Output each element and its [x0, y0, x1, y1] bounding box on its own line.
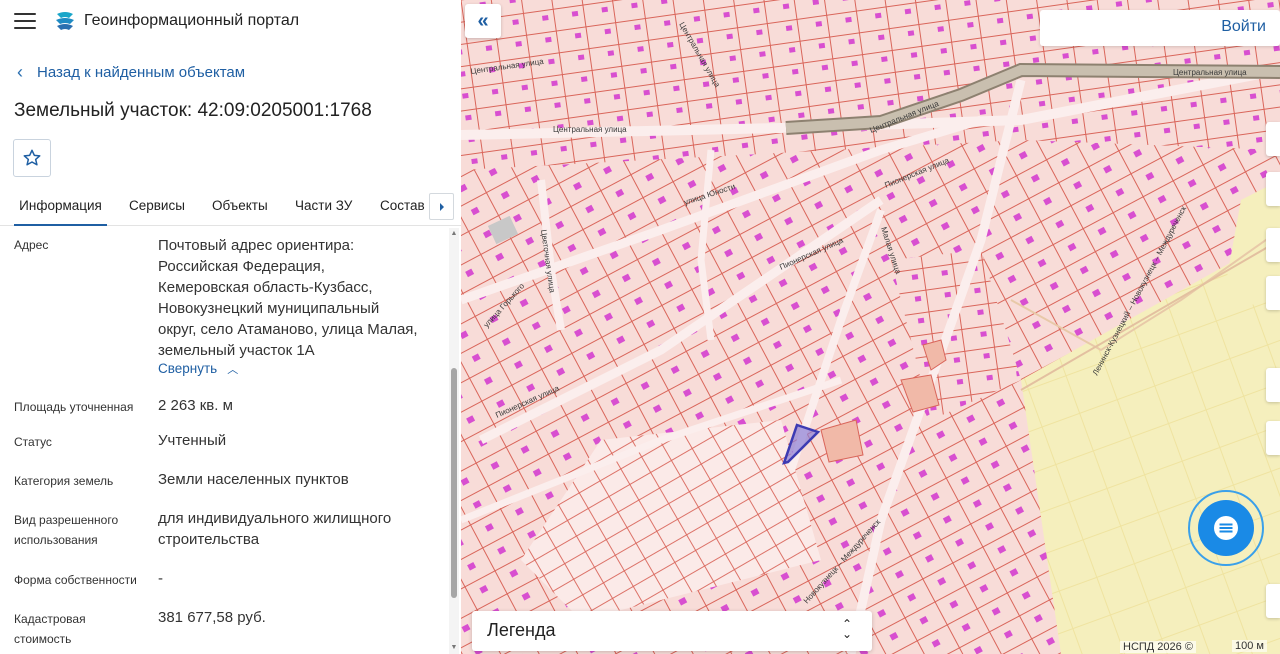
- address-value: Почтовый адрес ориентира: Российская Фед…: [158, 235, 443, 361]
- hamburger-icon[interactable]: [14, 13, 36, 29]
- map-view[interactable]: Центральная улица Центральная улица Цент…: [461, 0, 1280, 654]
- status-value: Учтенный: [158, 432, 227, 449]
- address-line: округ, село Атаманово, улица Малая,: [158, 321, 418, 338]
- double-chevron-left-icon: «: [477, 9, 489, 32]
- map-attribution: НСПД 2026 ©: [1120, 641, 1196, 653]
- status-label: Статус: [14, 435, 52, 449]
- address-label: Адрес: [14, 238, 49, 252]
- scrollbar-thumb[interactable]: [451, 368, 457, 598]
- cost-label: Кадастровая стоимость: [14, 609, 144, 649]
- ownership-value: -: [158, 570, 163, 587]
- address-line: Российская Федерация,: [158, 258, 325, 275]
- scale-bar: 100 м: [1232, 640, 1267, 652]
- tabs-next-button[interactable]: [429, 193, 454, 220]
- cadastral-map[interactable]: Центральная улица Центральная улица Цент…: [461, 0, 1280, 654]
- map-tool-button[interactable]: [1266, 368, 1280, 402]
- cost-label-line: Кадастровая: [14, 612, 86, 626]
- tab-information[interactable]: Информация: [14, 188, 107, 226]
- address-line: Почтовый адрес ориентира:: [158, 237, 355, 254]
- portal-logo: [56, 12, 74, 30]
- chevron-up-icon: ︿: [227, 364, 239, 376]
- map-tool-button[interactable]: [1266, 228, 1280, 262]
- collapse-panel-button[interactable]: «: [465, 4, 501, 38]
- map-tool-button[interactable]: [1266, 172, 1280, 206]
- use-label-line: Вид разрешенного: [14, 513, 119, 527]
- star-icon: [23, 149, 41, 166]
- use-label: Вид разрешенного использования: [14, 510, 144, 550]
- info-list: Адрес Почтовый адрес ориентира: Российск…: [0, 227, 449, 654]
- login-button[interactable]: Войти: [1221, 18, 1266, 36]
- top-bar: Геоинформационный портал: [0, 0, 461, 42]
- scroll-down-icon[interactable]: ▼: [449, 643, 459, 653]
- collapse-link[interactable]: Свернуть ︿: [158, 361, 238, 377]
- collapse-label: Свернуть: [158, 361, 218, 376]
- map-tool-button[interactable]: [1266, 421, 1280, 455]
- chat-button[interactable]: [1188, 490, 1264, 566]
- use-label-line: использования: [14, 533, 98, 547]
- cost-label-line: стоимость: [14, 632, 72, 646]
- app-title: Геоинформационный портал: [84, 12, 300, 29]
- street-label: Центральная улица: [1173, 68, 1247, 77]
- cost-value: 381 677,58 руб.: [158, 609, 266, 626]
- ownership-label: Форма собственности: [14, 573, 137, 587]
- legend-panel[interactable]: Легенда ⌃ ⌄: [472, 611, 872, 651]
- area-value: 2 263 кв. м: [158, 397, 233, 414]
- tab-parts[interactable]: Части ЗУ: [295, 188, 352, 226]
- map-tool-button[interactable]: [1266, 122, 1280, 156]
- address-line: Кемеровская область-Кузбасс,: [158, 279, 373, 296]
- use-value: для индивидуального жилищного строительс…: [158, 508, 443, 550]
- legend-label: Легенда: [487, 620, 556, 640]
- side-panel: Геоинформационный портал ‹ Назад к найде…: [0, 0, 461, 654]
- chat-icon: [1214, 516, 1238, 540]
- street-label: Центральная улица: [553, 125, 627, 134]
- favorite-button[interactable]: [13, 139, 51, 177]
- back-link-label: Назад к найденным объектам: [37, 63, 246, 81]
- tab-bar: Информация Сервисы Объекты Части ЗУ Сост…: [0, 188, 461, 226]
- chevron-right-icon: [439, 202, 444, 211]
- use-value-line: для индивидуального жилищного: [158, 510, 392, 527]
- address-line: Новокузнецкий муниципальный: [158, 300, 380, 317]
- scroll-up-icon[interactable]: ▲: [449, 229, 459, 239]
- login-bar: Войти: [1040, 10, 1280, 46]
- category-label: Категория земель: [14, 474, 114, 488]
- use-value-line: строительства: [158, 531, 260, 548]
- object-title: Земельный участок: 42:09:0205001:1768: [14, 100, 372, 121]
- map-tool-button[interactable]: [1266, 584, 1280, 618]
- tab-composition[interactable]: Состав: [380, 188, 425, 226]
- address-line: земельный участок 1А: [158, 342, 315, 359]
- category-value: Земли населенных пунктов: [158, 471, 349, 488]
- tab-services[interactable]: Сервисы: [129, 188, 185, 226]
- chevron-left-icon: ‹: [17, 62, 23, 82]
- updown-chevron-icon: ⌃ ⌄: [841, 617, 852, 641]
- map-tool-button[interactable]: [1266, 276, 1280, 310]
- tab-objects[interactable]: Объекты: [212, 188, 268, 226]
- back-link[interactable]: ‹ Назад к найденным объектам: [17, 62, 245, 82]
- area-label: Площадь уточненная: [14, 400, 134, 414]
- chat-icon-bg: [1198, 500, 1254, 556]
